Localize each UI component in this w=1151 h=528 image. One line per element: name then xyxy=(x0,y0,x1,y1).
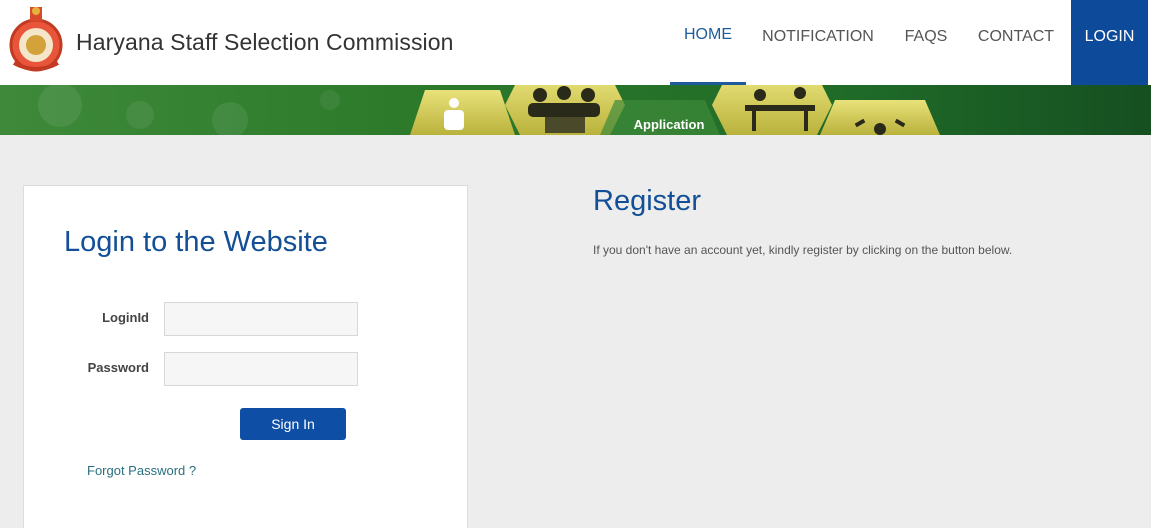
register-description: If you don't have an account yet, kindly… xyxy=(593,243,1013,257)
nav-notification[interactable]: NOTIFICATION xyxy=(752,0,884,85)
nav-faqs[interactable]: FAQS xyxy=(893,0,959,85)
password-label: Password xyxy=(87,360,149,375)
hero-banner: Application xyxy=(0,85,1151,135)
register-title: Register xyxy=(593,185,701,217)
loginid-input[interactable] xyxy=(164,302,358,336)
nav-contact[interactable]: CONTACT xyxy=(966,0,1066,85)
nav-faqs-label: FAQS xyxy=(904,27,948,45)
nav-home[interactable]: HOME xyxy=(670,0,746,85)
nav-login[interactable]: LOGIN xyxy=(1071,0,1148,85)
nav-login-label: LOGIN xyxy=(1084,27,1135,45)
banner-graphic: Application xyxy=(0,85,1151,135)
nav-contact-label: CONTACT xyxy=(977,27,1055,45)
login-title: Login to the Website xyxy=(64,226,328,258)
banner-application-label: Application xyxy=(634,117,705,132)
signin-button[interactable]: Sign In xyxy=(240,408,346,440)
password-input[interactable] xyxy=(164,352,358,386)
loginid-label: LoginId xyxy=(102,310,149,325)
main-nav: HOME NOTIFICATION FAQS CONTACT LOGIN xyxy=(0,0,1151,85)
login-card: Login to the Website LoginId Password Si… xyxy=(23,185,468,528)
nav-notification-label: NOTIFICATION xyxy=(762,27,874,45)
forgot-password-link[interactable]: Forgot Password ? xyxy=(87,463,196,478)
nav-home-label: HOME xyxy=(684,26,732,43)
